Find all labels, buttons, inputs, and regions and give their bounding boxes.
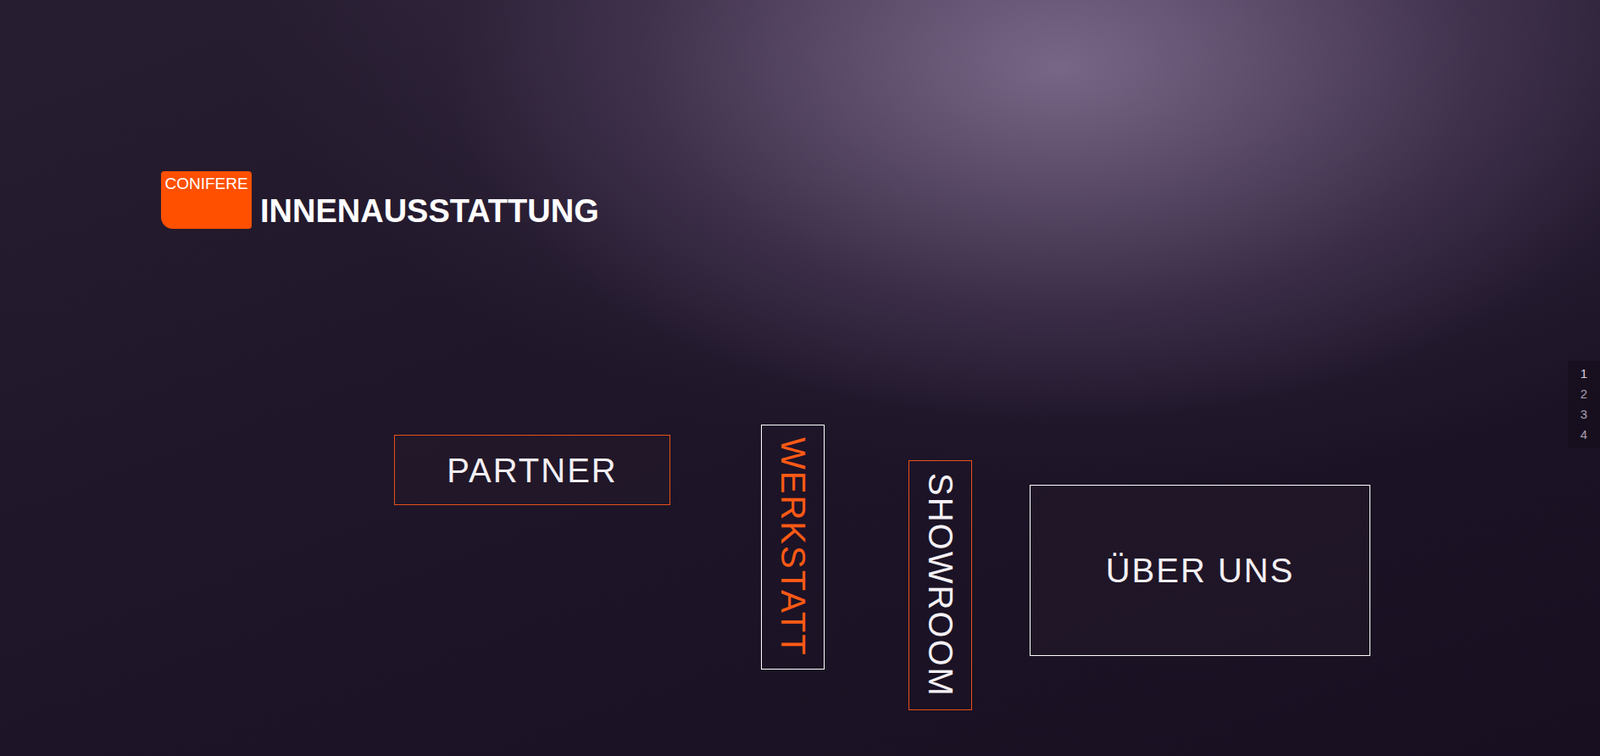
logo-badge[interactable]: CONIFERE: [161, 171, 252, 229]
nav-label: PARTNER: [446, 453, 617, 488]
brand-title: INNENAUSSTATTUNG: [260, 194, 600, 229]
pager-item[interactable]: 4: [1580, 427, 1588, 443]
pager-item[interactable]: 2: [1580, 386, 1588, 402]
main-nav: PARTNER WERKSTATT SHOWROOM ÜBER UNS: [161, 424, 1600, 711]
nav-button[interactable]: ÜBER UNS: [1029, 484, 1371, 656]
nav-label: SHOWROOM: [923, 472, 958, 698]
nav-label: ÜBER UNS: [1105, 553, 1295, 588]
nav-button[interactable]: SHOWROOM: [908, 460, 973, 711]
nav-label: WERKSTATT: [776, 437, 811, 657]
section-pager: 1 2 3 4: [1567, 361, 1600, 448]
landing-page: CONIFEREINNENAUSSTATTUNG PARTNER WERKSTATT…: [0, 0, 1600, 756]
pager-item[interactable]: 1: [1580, 366, 1588, 382]
nav-button[interactable]: PARTNER: [394, 434, 671, 506]
pager-item[interactable]: 3: [1580, 406, 1588, 423]
brand-header: CONIFEREINNENAUSSTATTUNG: [161, 171, 1600, 229]
nav-button[interactable]: WERKSTATT: [761, 424, 825, 670]
